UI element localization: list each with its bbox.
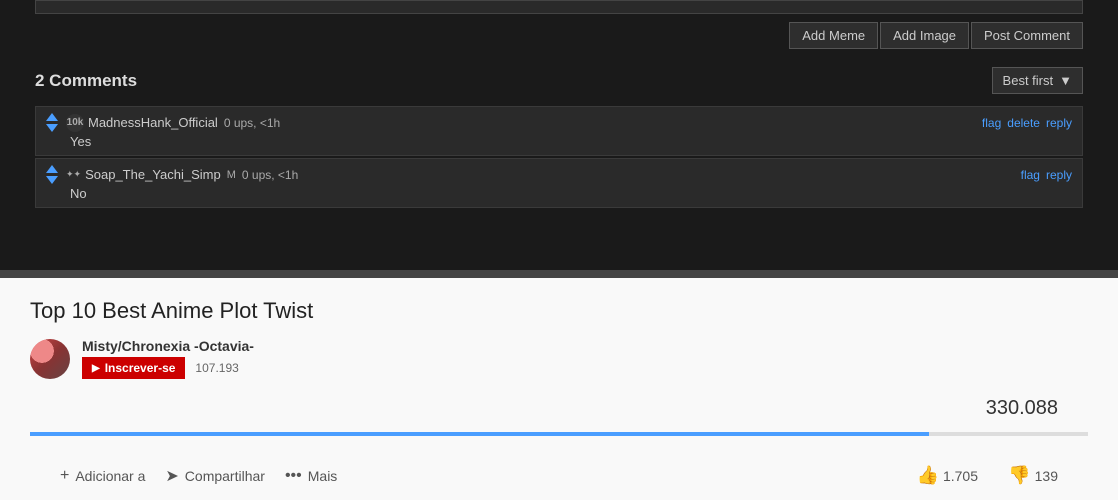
dislike-count: 139 (1035, 468, 1058, 484)
comment-2-text-line: No (46, 186, 1072, 201)
share-label: Compartilhar (185, 468, 265, 484)
sort-label: Best first (1003, 73, 1054, 88)
add-icon: + (60, 467, 69, 485)
thumbs-up-icon: 👍 (917, 465, 939, 486)
more-label: Mais (308, 468, 338, 484)
share-button[interactable]: ➤ Compartilhar (165, 466, 265, 486)
bottom-content: Top 10 Best Anime Plot Twist Misty/Chron… (30, 298, 1088, 500)
comment-row-2: ✦✦ Soap_The_Yachi_Simp M 0 ups, <1h flag… (35, 158, 1083, 208)
comment-text-1: Yes (70, 134, 91, 149)
downvote-icon-1[interactable] (46, 124, 58, 132)
comment-input-bar (35, 0, 1083, 14)
subscribe-button[interactable]: ▶ Inscrever-se (82, 357, 185, 379)
subscriber-count: 107.193 (195, 361, 238, 375)
comment-1-top: 10k MadnessHank_Official 0 ups, <1h flag… (46, 113, 1072, 132)
channel-avatar-image (30, 339, 70, 379)
mod-badge-2: M (227, 169, 236, 181)
sort-dropdown[interactable]: Best first ▼ (992, 67, 1083, 94)
top-dark-section: Add Meme Add Image Post Comment 2 Commen… (0, 0, 1118, 270)
comment-text-2: No (70, 186, 87, 201)
more-icon: ••• (285, 467, 302, 485)
comment-1-text-line: Yes (46, 134, 1072, 149)
dislike-button[interactable]: 👎 139 (1008, 465, 1058, 486)
progress-bar-fill (30, 432, 929, 436)
comment-stats-1: 0 ups, <1h (224, 116, 280, 130)
comments-header: 2 Comments Best first ▼ (35, 67, 1083, 94)
downvote-icon-2[interactable] (46, 176, 58, 184)
add-meme-button[interactable]: Add Meme (789, 22, 878, 49)
comment-stats-2: 0 ups, <1h (242, 168, 298, 182)
flag-link-2[interactable]: flag (1021, 168, 1040, 182)
comments-section: 2 Comments Best first ▼ 10k MadnessHank_… (0, 67, 1118, 208)
share-icon: ➤ (165, 466, 178, 486)
subscribe-row: ▶ Inscrever-se 107.193 (82, 357, 254, 379)
comment-2-meta: ✦✦ Soap_The_Yachi_Simp M 0 ups, <1h (46, 165, 298, 184)
comment-1-meta: 10k MadnessHank_Official 0 ups, <1h (46, 113, 280, 132)
video-actions-row: + Adicionar a ➤ Compartilhar ••• Mais (60, 466, 337, 486)
add-image-button[interactable]: Add Image (880, 22, 969, 49)
youtube-icon: ▶ (92, 363, 100, 374)
thumbs-down-icon: 👎 (1008, 465, 1030, 486)
subscribe-label: Inscrever-se (105, 361, 176, 375)
vote-arrows-1[interactable] (46, 113, 58, 132)
video-title: Top 10 Best Anime Plot Twist (30, 298, 1088, 324)
channel-avatar (30, 339, 70, 379)
upvote-icon-2[interactable] (46, 165, 58, 173)
add-to-label: Adicionar a (75, 468, 145, 484)
comment-row-1: 10k MadnessHank_Official 0 ups, <1h flag… (35, 106, 1083, 156)
comment-actions-bar: Add Meme Add Image Post Comment (0, 22, 1118, 49)
channel-name: Misty/Chronexia -Octavia- (82, 338, 254, 354)
sort-arrow-icon: ▼ (1059, 73, 1072, 88)
user-badge-1: 10k (66, 114, 84, 132)
delete-link-1[interactable]: delete (1007, 116, 1040, 130)
comment-2-actions: flag reply (1021, 168, 1072, 182)
like-button[interactable]: 👍 1.705 (917, 465, 978, 486)
section-divider (0, 270, 1118, 278)
more-button[interactable]: ••• Mais (285, 467, 337, 485)
vote-arrows-2[interactable] (46, 165, 58, 184)
reply-link-2[interactable]: reply (1046, 168, 1072, 182)
comments-count: 2 Comments (35, 71, 137, 91)
username-1: MadnessHank_Official (88, 115, 218, 130)
channel-info: Misty/Chronexia -Octavia- ▶ Inscrever-se… (82, 338, 254, 379)
user-badge-2: ✦✦ (66, 169, 81, 180)
bottom-youtube-section: Top 10 Best Anime Plot Twist Misty/Chron… (0, 278, 1118, 500)
add-to-button[interactable]: + Adicionar a (60, 467, 145, 485)
comment-2-top: ✦✦ Soap_The_Yachi_Simp M 0 ups, <1h flag… (46, 165, 1072, 184)
flag-link-1[interactable]: flag (982, 116, 1001, 130)
view-count: 330.088 (986, 397, 1058, 420)
reply-link-1[interactable]: reply (1046, 116, 1072, 130)
username-2: Soap_The_Yachi_Simp (85, 167, 221, 182)
upvote-icon-1[interactable] (46, 113, 58, 121)
video-progress-bar[interactable] (30, 432, 1088, 436)
channel-row: Misty/Chronexia -Octavia- ▶ Inscrever-se… (30, 338, 1088, 379)
like-count: 1.705 (943, 468, 978, 484)
comment-1-actions: flag delete reply (982, 116, 1072, 130)
post-comment-button[interactable]: Post Comment (971, 22, 1083, 49)
